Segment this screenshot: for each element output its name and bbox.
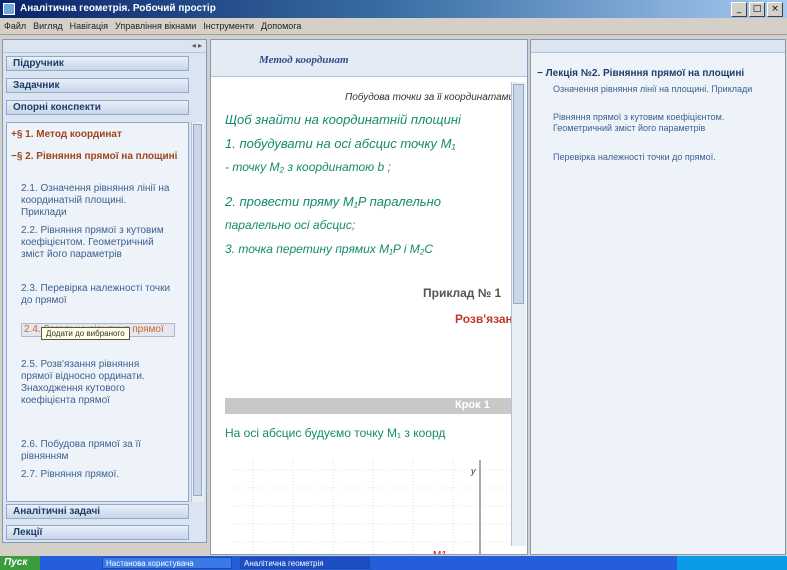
content-body: Побудова точки за її координатами Щоб зн… <box>225 90 515 555</box>
content-line-6: 3. точка перетину прямих M₁P і M₂C <box>225 242 434 256</box>
left-navigation-panel: ◂ ▸ Підручник Задачник Опорні конспекти … <box>2 39 207 543</box>
taskbar-button-guide[interactable]: Настанова користувача <box>102 557 232 569</box>
window-titlebar: Аналітична геометрія. Робочий простір _ … <box>0 0 787 18</box>
content-line-2: 1. побудувати на осі абсцис точку M₁ <box>225 136 456 151</box>
lecture-item-1[interactable]: Означення рівняння лінії на площині. При… <box>553 84 783 95</box>
section-notes[interactable]: Опорні конспекти <box>6 100 189 115</box>
graph-y-label: y <box>470 466 476 476</box>
lecture-outline-panel: − Лекція №2. Рівняння прямої на площині … <box>530 39 786 555</box>
step-text: На осі абсцис будуємо точку M₁ з коорд <box>225 426 446 440</box>
tree-item-2-6[interactable]: 2.6. Побудова прямої за її рівнянням <box>21 439 171 463</box>
taskbar-button-app[interactable]: Аналітична геометрія <box>240 557 370 569</box>
content-title: Метод координат <box>259 54 349 66</box>
menu-file[interactable]: Файл <box>4 18 26 34</box>
tree-item-2-5[interactable]: 2.5. Розв'язання рівняння прямої відносн… <box>21 359 171 407</box>
tree-item-2-7[interactable]: 2.7. Рівняння прямої. <box>21 469 171 481</box>
window-title: Аналітична геометрія. Робочий простір <box>20 3 216 14</box>
left-scrollbar-thumb[interactable] <box>193 124 202 496</box>
tree-section-1[interactable]: +§ 1. Метод координат <box>7 129 122 140</box>
content-scrollbar-thumb[interactable] <box>513 84 524 304</box>
system-tray <box>677 556 787 570</box>
section-textbook[interactable]: Підручник <box>6 56 189 71</box>
close-button[interactable]: × <box>767 2 783 17</box>
content-panel: Метод координат Побудова точки за її коо… <box>210 39 528 555</box>
lecture-item-2[interactable]: Рівняння прямої з кутовим коефіцієнтом. … <box>553 112 783 134</box>
right-panel-header <box>531 40 785 53</box>
content-line-3: - точку M₂ з координатою b ; <box>225 160 391 174</box>
step-banner: Крок 1 <box>225 398 515 414</box>
taskbar: Пуск Настанова користувача Аналітична ге… <box>0 556 787 570</box>
notes-tree: +§ 1. Метод координат −§ 2. Рівняння пря… <box>6 122 189 502</box>
menu-bar: Файл Вигляд Навігація Управління вікнами… <box>0 18 787 35</box>
lecture-heading[interactable]: − Лекція №2. Рівняння прямої на площині <box>537 68 744 79</box>
maximize-button[interactable]: □ <box>749 2 765 17</box>
section-analytic-problems[interactable]: Аналітичні задачі <box>6 504 189 519</box>
content-line-1: Щоб знайти на координатній площині <box>225 112 461 127</box>
section-lectures[interactable]: Лекції <box>6 525 189 540</box>
menu-view[interactable]: Вигляд <box>33 18 63 34</box>
example-label: Приклад № 1 <box>423 286 502 300</box>
menu-windows[interactable]: Управління вікнами <box>115 18 196 34</box>
tree-item-2-3[interactable]: 2.3. Перевірка належності точки до прямо… <box>21 283 171 307</box>
content-line-4: 2. провести пряму M₁P паралельно <box>225 194 441 209</box>
graph-m1-label: M1 <box>433 550 447 555</box>
content-scrollbar[interactable] <box>511 82 526 546</box>
content-header: Метод координат <box>211 40 527 77</box>
tooltip: Додати до вибраного <box>41 327 130 340</box>
content-subtitle: Побудова точки за її координатами <box>345 92 515 103</box>
menu-tools[interactable]: Інструменти <box>203 18 254 34</box>
tree-section-2[interactable]: −§ 2. Рівняння прямої на площині <box>7 151 181 163</box>
step-label: Крок 1 <box>455 399 490 411</box>
minimize-button[interactable]: _ <box>731 2 747 17</box>
tree-item-2-1[interactable]: 2.1. Означення рівняння лінії на координ… <box>21 183 171 219</box>
content-line-5: паралельно осі абсцис; <box>225 218 356 232</box>
lecture-item-3[interactable]: Перевірка належності точки до прямої. <box>553 152 783 163</box>
solution-label: Розв'язання <box>455 312 515 326</box>
start-button[interactable]: Пуск <box>0 556 40 570</box>
menu-help[interactable]: Допомога <box>261 18 301 34</box>
coordinate-graph: y M1 P <box>233 460 515 555</box>
left-panel-header: ◂ ▸ <box>3 40 206 53</box>
tree-item-2-2[interactable]: 2.2. Рівняння прямої з кутовим коефіцієн… <box>21 225 171 261</box>
section-problem-book[interactable]: Задачник <box>6 78 189 93</box>
menu-navigation[interactable]: Навігація <box>70 18 108 34</box>
app-icon <box>3 3 15 15</box>
panel-controls-icon[interactable]: ◂ ▸ <box>192 41 202 50</box>
left-scrollbar[interactable] <box>191 122 204 502</box>
